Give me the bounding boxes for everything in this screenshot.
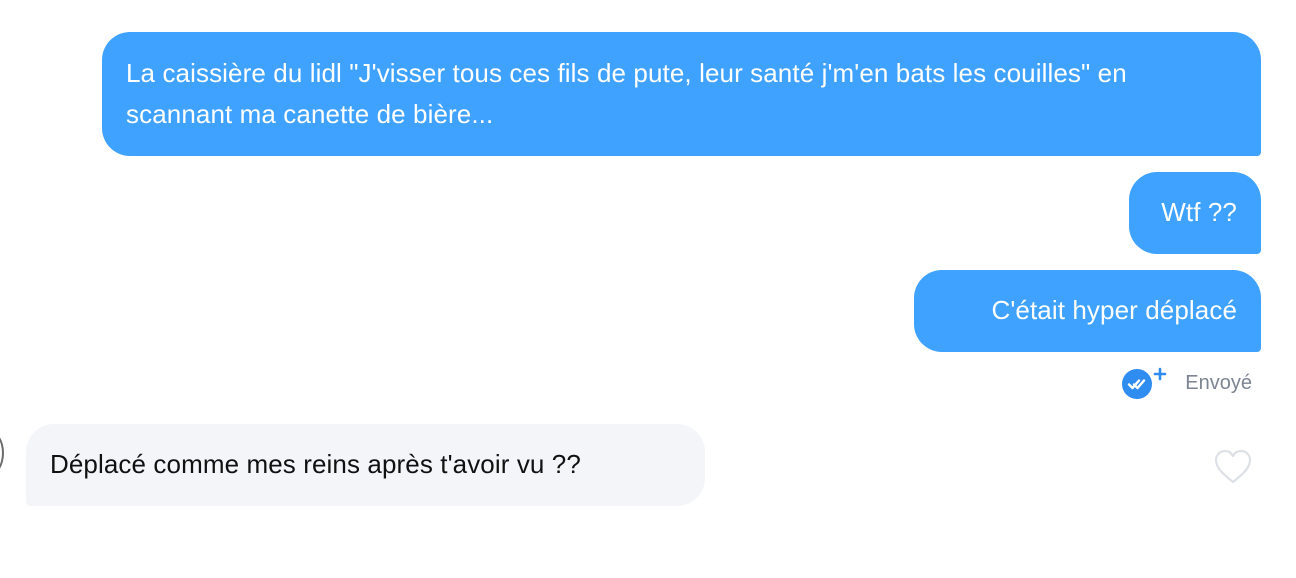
avatar[interactable] [0, 430, 4, 476]
outgoing-message-bubble[interactable]: C'était hyper déplacé [914, 270, 1261, 352]
outgoing-message-bubble[interactable]: Wtf ?? [1129, 172, 1261, 254]
incoming-message-bubble[interactable]: Déplacé comme mes reins après t'avoir vu… [26, 424, 705, 506]
heart-outline-icon[interactable] [1213, 448, 1253, 486]
chat-thread: La caissière du lidl "J'visser tous ces … [0, 0, 1296, 578]
outgoing-message-bubble[interactable]: La caissière du lidl "J'visser tous ces … [102, 32, 1261, 156]
read-receipt-plus-icon [1121, 366, 1167, 400]
message-status: Envoyé [1121, 366, 1252, 400]
status-label: Envoyé [1185, 371, 1252, 394]
